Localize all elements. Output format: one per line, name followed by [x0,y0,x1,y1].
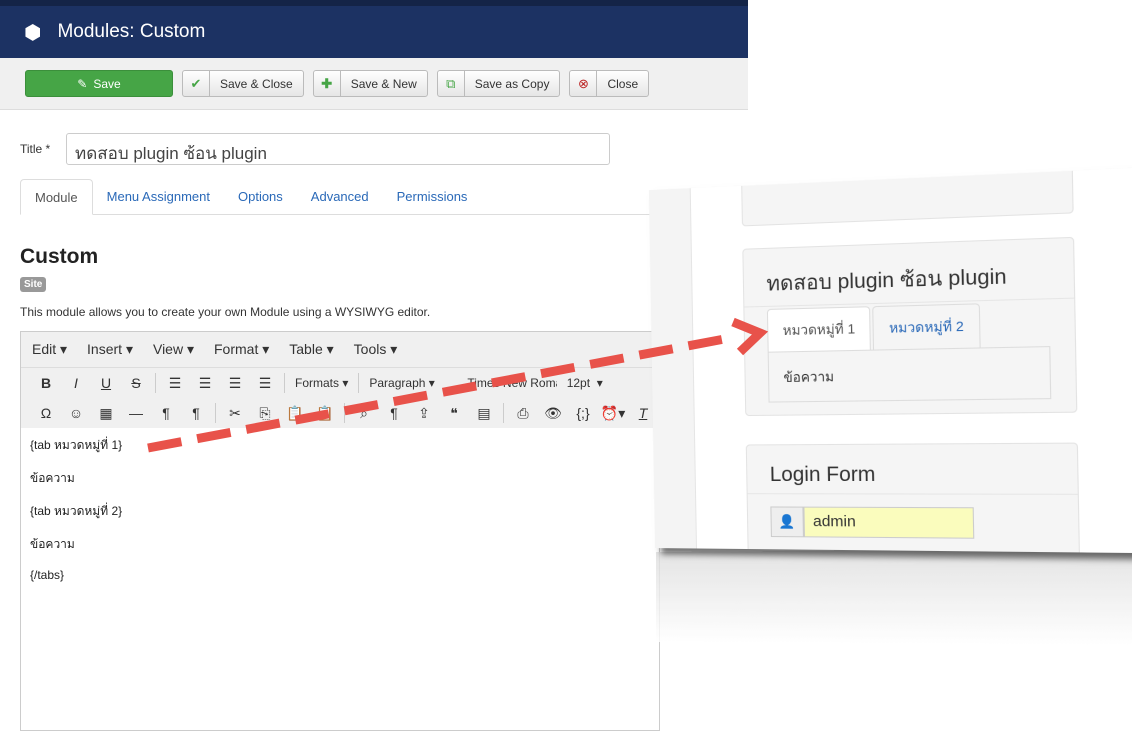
arrow-head [733,322,760,352]
annotation-arrow [0,0,1132,717]
arrow-line [148,337,735,448]
